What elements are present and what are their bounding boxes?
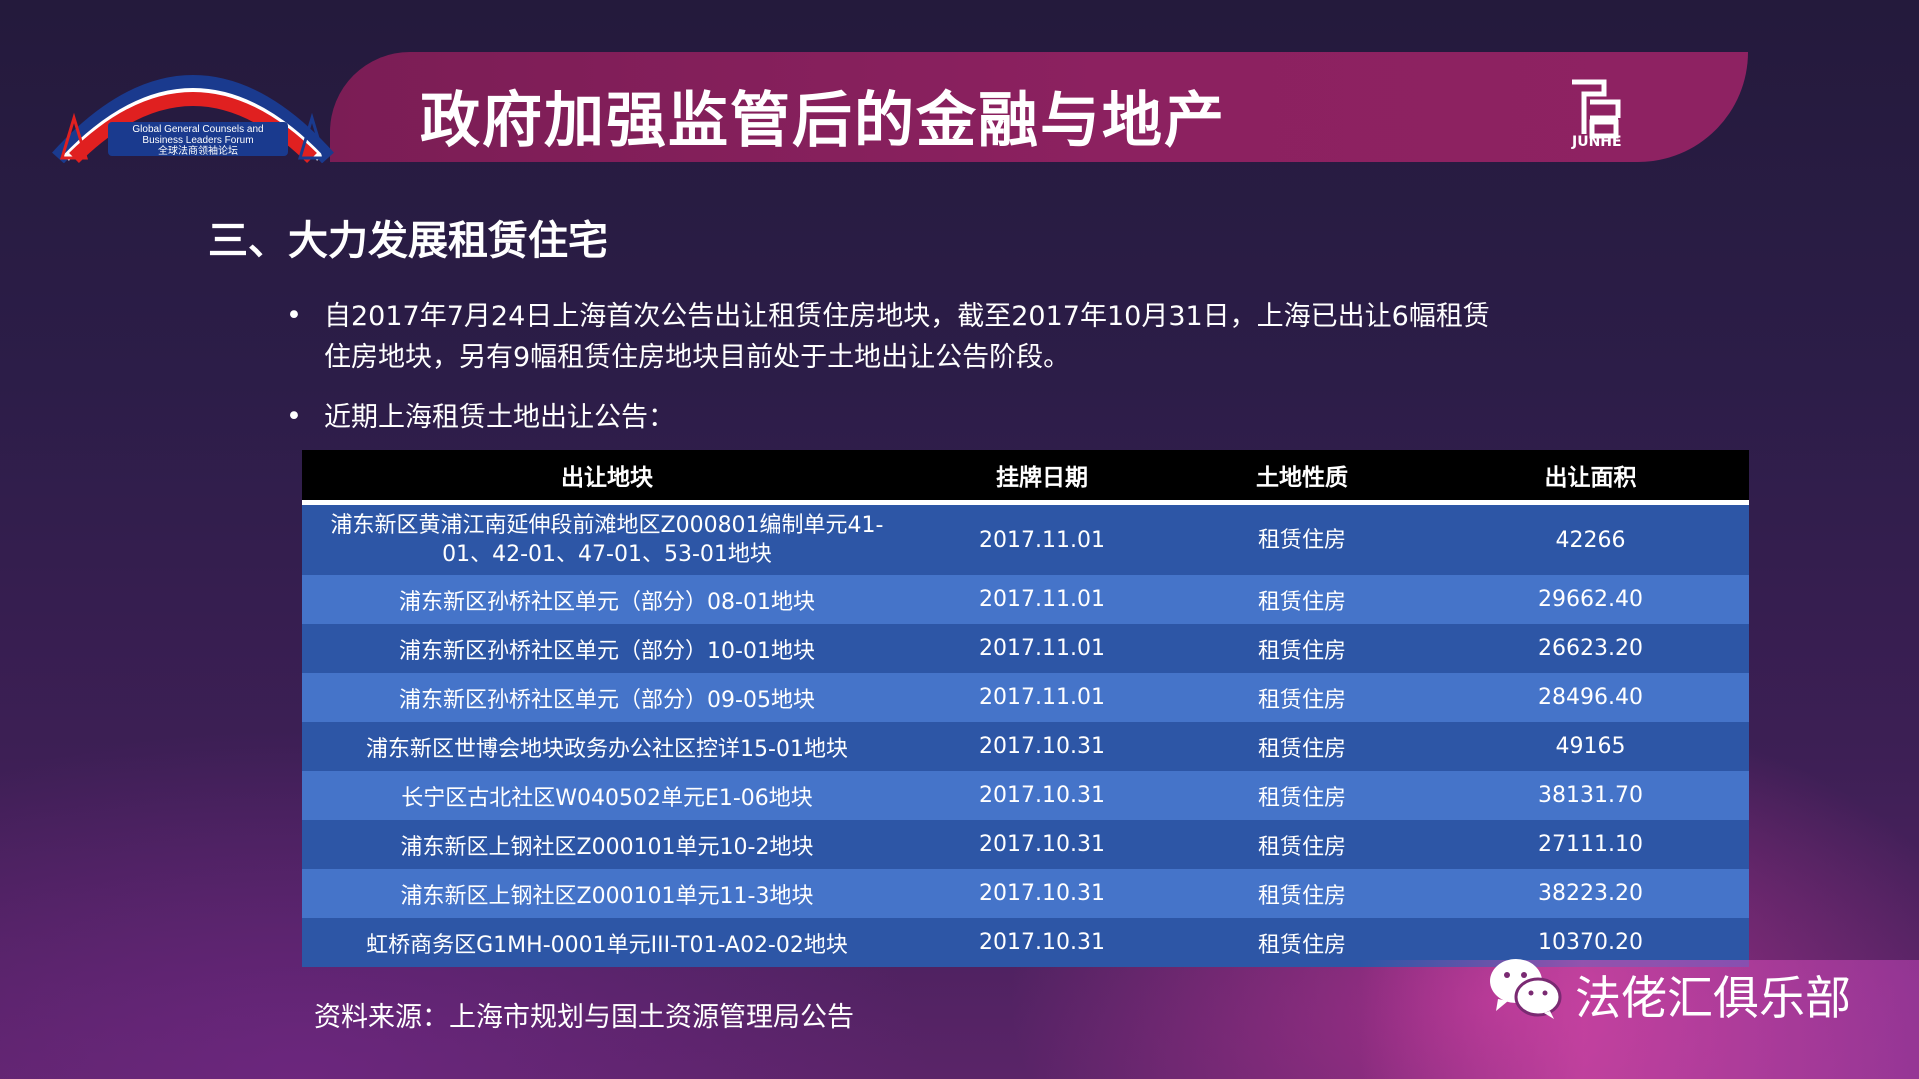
header-plot: 出让地块 xyxy=(302,450,912,505)
table-row: 浦东新区世博会地块政务办公社区控详15-01地块 2017.10.31 租赁住房… xyxy=(302,722,1749,771)
cell-plot: 浦东新区孙桥社区单元（部分）09-05地块 xyxy=(302,673,912,722)
junhe-logo-text: JUNHE xyxy=(1572,134,1622,150)
table-row: 浦东新区黄浦江南延伸段前滩地区Z000801编制单元41- 01、42-01、4… xyxy=(302,502,1749,575)
bullet-marker-1: • xyxy=(286,300,302,331)
cell-area: 49165 xyxy=(1432,722,1749,771)
cell-date: 2017.11.01 xyxy=(912,673,1172,722)
cell-area: 28496.40 xyxy=(1432,673,1749,722)
table-row: 浦东新区上钢社区Z000101单元11-3地块 2017.10.31 租赁住房 … xyxy=(302,869,1749,918)
header-date: 挂牌日期 xyxy=(912,450,1172,505)
cell-area: 38223.20 xyxy=(1432,869,1749,918)
cell-type: 租赁住房 xyxy=(1172,820,1432,869)
cell-type: 租赁住房 xyxy=(1172,673,1432,722)
cell-plot: 浦东新区上钢社区Z000101单元10-2地块 xyxy=(302,820,912,869)
cell-plot-line2: 01、42-01、47-01、53-01地块 xyxy=(442,542,772,567)
cell-date: 2017.11.01 xyxy=(912,502,1172,575)
cell-date: 2017.10.31 xyxy=(912,722,1172,771)
cell-date: 2017.10.31 xyxy=(912,869,1172,918)
forum-logo-line1: Global General Counsels and xyxy=(132,124,263,135)
cell-area: 26623.20 xyxy=(1432,624,1749,673)
cell-type: 租赁住房 xyxy=(1172,771,1432,820)
bullet-text-1-line1: 自2017年7月24日上海首次公告出让租赁住房地块，截至2017年10月31日，… xyxy=(324,301,1490,332)
cell-plot: 浦东新区世博会地块政务办公社区控详15-01地块 xyxy=(302,722,912,771)
table-row: 浦东新区孙桥社区单元（部分）08-01地块 2017.11.01 租赁住房 29… xyxy=(302,575,1749,624)
cell-type: 租赁住房 xyxy=(1172,502,1432,575)
cell-area: 27111.10 xyxy=(1432,820,1749,869)
cell-area: 29662.40 xyxy=(1432,575,1749,624)
table-header-row: 出让地块 挂牌日期 土地性质 出让面积 xyxy=(302,450,1749,505)
bullet-text-1: 自2017年7月24日上海首次公告出让租赁住房地块，截至2017年10月31日，… xyxy=(324,296,1490,378)
cell-plot: 虹桥商务区G1MH-0001单元III-T01-A02-02地块 xyxy=(302,918,912,967)
cell-plot: 浦东新区孙桥社区单元（部分）10-01地块 xyxy=(302,624,912,673)
table-row: 长宁区古北社区W040502单元E1-06地块 2017.10.31 租赁住房 … xyxy=(302,771,1749,820)
page-title: 政府加强监管后的金融与地产 xyxy=(420,86,1226,156)
cell-date: 2017.10.31 xyxy=(912,771,1172,820)
forum-logo: Global General Counsels and Business Lea… xyxy=(52,75,334,163)
source-note: 资料来源：上海市规划与国土资源管理局公告 xyxy=(314,1002,854,1033)
cell-type: 租赁住房 xyxy=(1172,869,1432,918)
cell-date: 2017.10.31 xyxy=(912,820,1172,869)
header-type: 土地性质 xyxy=(1172,450,1432,505)
cell-plot: 浦东新区孙桥社区单元（部分）08-01地块 xyxy=(302,575,912,624)
forum-logo-line3: 全球法商领袖论坛 xyxy=(158,144,238,157)
cell-plot-line1: 浦东新区黄浦江南延伸段前滩地区Z000801编制单元41- xyxy=(330,513,884,538)
cell-date: 2017.10.31 xyxy=(912,918,1172,967)
table-row: 浦东新区孙桥社区单元（部分）10-01地块 2017.11.01 租赁住房 26… xyxy=(302,624,1749,673)
bullet-text-1-line2: 住房地块，另有9幅租赁住房地块目前处于土地出让公告阶段。 xyxy=(324,342,1071,373)
cell-type: 租赁住房 xyxy=(1172,575,1432,624)
bullet-marker-2: • xyxy=(286,401,302,432)
cell-area: 38131.70 xyxy=(1432,771,1749,820)
cell-plot: 浦东新区上钢社区Z000101单元11-3地块 xyxy=(302,869,912,918)
cell-plot: 长宁区古北社区W040502单元E1-06地块 xyxy=(302,771,912,820)
cell-type: 租赁住房 xyxy=(1172,722,1432,771)
wechat-icon xyxy=(1490,959,1562,1019)
header-area: 出让面积 xyxy=(1432,450,1749,505)
cell-area: 42266 xyxy=(1432,502,1749,575)
cell-date: 2017.11.01 xyxy=(912,624,1172,673)
watermark-text: 法佬汇俱乐部 xyxy=(1575,971,1851,1025)
land-auction-table: 出让地块 挂牌日期 土地性质 出让面积 浦东新区黄浦江南延伸段前滩地区Z0008… xyxy=(302,450,1749,967)
section-title: 三、大力发展租赁住宅 xyxy=(208,218,608,264)
table-row: 浦东新区孙桥社区单元（部分）09-05地块 2017.11.01 租赁住房 28… xyxy=(302,673,1749,722)
table-row: 浦东新区上钢社区Z000101单元10-2地块 2017.10.31 租赁住房 … xyxy=(302,820,1749,869)
cell-type: 租赁住房 xyxy=(1172,624,1432,673)
forum-logo-line2: Business Leaders Forum xyxy=(142,135,253,146)
bullet-text-2: 近期上海租赁土地出让公告： xyxy=(324,402,675,433)
cell-date: 2017.11.01 xyxy=(912,575,1172,624)
cell-plot: 浦东新区黄浦江南延伸段前滩地区Z000801编制单元41- 01、42-01、4… xyxy=(302,502,912,575)
